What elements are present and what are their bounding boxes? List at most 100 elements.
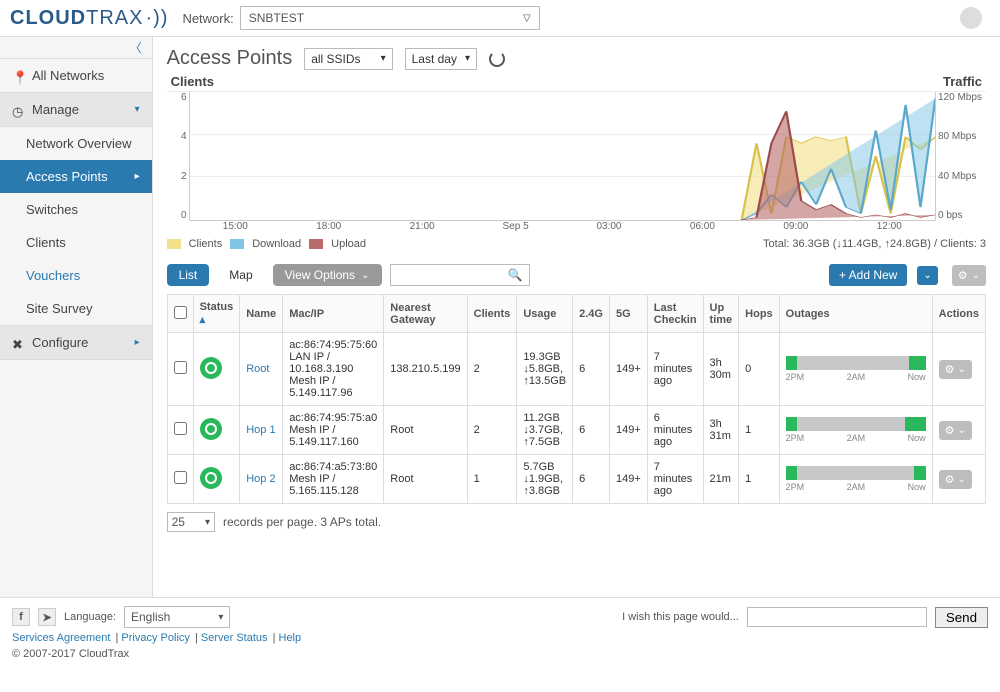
col-9[interactable]: Last Checkin [647,295,703,333]
footer: f ➤ Language: English▾ I wish this page … [0,597,1000,668]
col-13[interactable]: Actions [932,295,985,333]
main-content: Access Points all SSIDs▾ Last day▾ Clien… [153,37,1000,597]
chevron-right-icon: ▸ [135,337,140,348]
chevron-down-icon: ⌄ [958,364,966,375]
wish-input[interactable] [747,607,927,627]
search-input[interactable]: 🔍 [390,264,530,286]
sidebar: 〈 📍All Networks ◷Manage▾ Network Overvie… [0,37,153,597]
row-checkbox[interactable] [174,471,187,484]
wrench-icon: ✖ [12,337,24,349]
sidebar-item-vouchers[interactable]: Vouchers [0,259,152,292]
wish-label: I wish this page would... [622,611,739,623]
language-select[interactable]: English▾ [124,606,230,628]
col-11[interactable]: Hops [739,295,780,333]
gauge-icon: ◷ [12,104,24,116]
legend-swatch-download [230,239,244,249]
col-3[interactable]: Mac/IP [283,295,384,333]
chevron-down-icon: ▾ [135,104,140,115]
wifi-icon: ·)) [145,7,168,30]
sidebar-item-switches[interactable]: Switches [0,193,152,226]
tab-list[interactable]: List [167,264,210,286]
col-0[interactable] [167,295,193,333]
col-7[interactable]: 2.4G [573,295,610,333]
chevron-down-icon: ▾ [465,53,470,64]
send-button[interactable]: Send [935,607,988,628]
sidebar-manage[interactable]: ◷Manage▾ [0,92,152,127]
ap-name-link[interactable]: Hop 1 [246,424,275,436]
row-actions[interactable]: ⚙⌄ [939,470,972,489]
chevron-down-icon: ▾ [218,612,223,623]
ssid-filter[interactable]: all SSIDs▾ [304,48,392,70]
sidebar-item-access-points[interactable]: Access Points [0,160,152,193]
link-privacy[interactable]: Privacy Policy [121,632,189,644]
col-4[interactable]: Nearest Gateway [384,295,467,333]
y-axis-left: 6420 [167,92,189,221]
chevron-left-icon: 〈 [130,39,142,56]
facebook-icon[interactable]: f [12,608,30,626]
copyright: © 2007-2017 CloudTrax [12,648,988,660]
sidebar-item-clients[interactable]: Clients [0,226,152,259]
table-row: Hop 1ac:86:74:95:75:a0Mesh IP / 5.149.11… [167,406,985,455]
gear-icon: ⚙ [958,269,968,282]
chevron-down-icon: ▾ [205,517,210,528]
network-select[interactable]: SNBTEST ▽ [240,6,540,30]
link-services[interactable]: Services Agreement [12,632,110,644]
link-status[interactable]: Server Status [201,632,268,644]
table-row: Root ac:86:74:95:75:60LAN IP / 10.168.3.1… [167,333,985,406]
traffic-chart-label: Traffic [943,74,982,89]
avatar[interactable] [960,7,982,29]
row-checkbox[interactable] [174,361,187,374]
col-2[interactable]: Name [240,295,283,333]
sidebar-all-networks[interactable]: 📍All Networks [0,59,152,92]
bulk-actions[interactable]: ⚙⌄ [952,265,986,286]
col-8[interactable]: 5G [609,295,647,333]
ap-name-link[interactable]: Root [246,363,269,375]
chevron-down-icon: ⌄ [958,425,966,436]
ap-name-link[interactable]: Hop 2 [246,473,275,485]
select-all-checkbox[interactable] [174,306,187,319]
chart-legend: Clients Download Upload Total: 36.3GB (↓… [167,238,986,250]
footer-links: Services Agreement | Privacy Policy | Se… [12,632,988,644]
chevron-down-icon: ▾ [381,53,386,64]
row-actions[interactable]: ⚙⌄ [939,421,972,440]
col-1[interactable]: Status ▴ [193,295,240,333]
sidebar-item-site-survey[interactable]: Site Survey [0,292,152,325]
legend-swatch-upload [309,239,323,249]
time-filter[interactable]: Last day▾ [405,48,477,70]
tab-map[interactable]: Map [217,264,264,286]
row-actions[interactable]: ⚙⌄ [939,360,972,379]
network-label: Network: [182,11,233,26]
refresh-icon[interactable] [489,51,505,67]
view-options[interactable]: View Options⌄ [273,264,382,286]
legend-swatch-clients [167,239,181,249]
cell-mac: ac:86:74:a5:73:80Mesh IP / 5.165.115.128 [283,455,384,504]
page-title: Access Points [167,47,293,70]
sidebar-item-overview[interactable]: Network Overview [0,127,152,160]
table-row: Hop 2 ac:86:74:a5:73:80Mesh IP / 5.165.11… [167,455,985,504]
pager: 25 ▾ records per page. 3 APs total. [167,512,986,532]
outage-bar [786,466,926,480]
status-icon [200,357,222,379]
sidebar-collapse[interactable]: 〈 [0,37,152,59]
gear-icon: ⚙ [945,473,955,486]
status-icon [200,467,222,489]
sidebar-configure[interactable]: ✖Configure▸ [0,325,152,360]
clients-chart-label: Clients [171,74,214,89]
link-help[interactable]: Help [279,632,302,644]
gear-icon: ⚙ [945,363,955,376]
status-icon [200,418,222,440]
chevron-down-icon: ⌄ [972,270,980,281]
add-new-dropdown[interactable]: ⌄ [917,266,937,285]
search-icon: 🔍 [508,268,523,282]
row-checkbox[interactable] [174,422,187,435]
cell-mac: ac:86:74:95:75:60LAN IP / 10.168.3.190Me… [283,333,384,406]
col-6[interactable]: Usage [517,295,573,333]
col-5[interactable]: Clients [467,295,517,333]
col-10[interactable]: Up time [703,295,739,333]
top-header: CLOUDTRAX·)) Network: SNBTEST ▽ [0,0,1000,37]
twitter-icon[interactable]: ➤ [38,608,56,626]
chart-totals: Total: 36.3GB (↓11.4GB, ↑24.8GB) / Clien… [763,238,986,250]
col-12[interactable]: Outages [779,295,932,333]
page-size-select[interactable]: 25 ▾ [167,512,215,532]
add-new-button[interactable]: + Add New [829,264,907,286]
